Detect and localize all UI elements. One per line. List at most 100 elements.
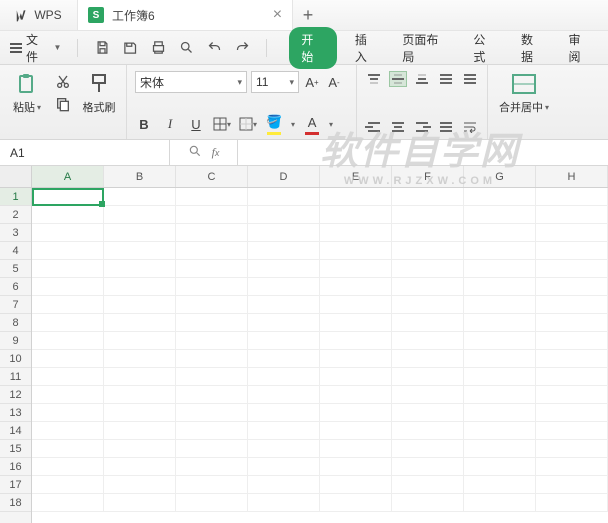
cell[interactable] — [248, 386, 320, 404]
cell[interactable] — [104, 242, 176, 260]
cell[interactable] — [464, 350, 536, 368]
cell[interactable] — [176, 188, 248, 206]
column-header[interactable]: F — [392, 166, 464, 187]
cell[interactable] — [104, 296, 176, 314]
cell[interactable] — [320, 368, 392, 386]
decrease-font-icon[interactable]: A- — [325, 73, 343, 91]
cell[interactable] — [392, 242, 464, 260]
row-header[interactable]: 1 — [0, 188, 31, 206]
bold-button[interactable]: B — [135, 115, 153, 133]
font-color-button[interactable]: A — [303, 113, 321, 135]
cell[interactable] — [536, 206, 608, 224]
cell[interactable] — [176, 260, 248, 278]
cell[interactable] — [392, 404, 464, 422]
tab-page-layout[interactable]: 页面布局 — [396, 27, 455, 69]
row-header[interactable]: 14 — [0, 422, 31, 440]
cell[interactable] — [32, 224, 104, 242]
print-preview-icon[interactable] — [178, 40, 194, 56]
cell[interactable] — [248, 458, 320, 476]
row-header[interactable]: 15 — [0, 440, 31, 458]
cell[interactable] — [32, 188, 104, 206]
row-header[interactable]: 17 — [0, 476, 31, 494]
name-box[interactable]: A1 — [0, 140, 170, 165]
column-header[interactable]: A — [32, 166, 104, 187]
file-menu[interactable]: 文件 ▼ — [10, 31, 61, 65]
cell[interactable] — [536, 260, 608, 278]
cell[interactable] — [392, 386, 464, 404]
cell[interactable] — [248, 314, 320, 332]
row-header[interactable]: 18 — [0, 494, 31, 512]
cell[interactable] — [248, 350, 320, 368]
cell[interactable] — [464, 458, 536, 476]
row-header[interactable]: 2 — [0, 206, 31, 224]
merge-center-button[interactable]: 合并居中▾ — [496, 71, 552, 115]
cut-icon[interactable] — [54, 74, 72, 90]
cell[interactable] — [464, 242, 536, 260]
column-header[interactable]: E — [320, 166, 392, 187]
copy-icon[interactable] — [54, 96, 72, 112]
cell[interactable] — [536, 332, 608, 350]
cell[interactable] — [176, 332, 248, 350]
cell[interactable] — [176, 422, 248, 440]
cell[interactable] — [104, 386, 176, 404]
cell[interactable] — [104, 440, 176, 458]
cell[interactable] — [248, 404, 320, 422]
cell[interactable] — [320, 386, 392, 404]
cell[interactable] — [104, 224, 176, 242]
cell[interactable] — [320, 296, 392, 314]
cell[interactable] — [32, 386, 104, 404]
cell[interactable] — [104, 422, 176, 440]
cell[interactable] — [248, 188, 320, 206]
cell[interactable] — [320, 350, 392, 368]
borders-button[interactable]: ▾ — [213, 115, 231, 133]
cell[interactable] — [248, 296, 320, 314]
cell[interactable] — [320, 422, 392, 440]
cell[interactable] — [392, 332, 464, 350]
cell[interactable] — [392, 314, 464, 332]
cell[interactable] — [536, 494, 608, 512]
cell[interactable] — [536, 368, 608, 386]
cell[interactable] — [392, 422, 464, 440]
cell[interactable] — [248, 494, 320, 512]
formula-input[interactable] — [238, 140, 608, 165]
tab-formula[interactable]: 公式 — [467, 27, 503, 69]
italic-button[interactable]: I — [161, 115, 179, 133]
cell[interactable] — [320, 440, 392, 458]
cell[interactable] — [104, 188, 176, 206]
cell[interactable] — [104, 494, 176, 512]
row-header[interactable]: 9 — [0, 332, 31, 350]
cell[interactable] — [464, 494, 536, 512]
cell[interactable] — [320, 458, 392, 476]
cell[interactable] — [104, 260, 176, 278]
cell[interactable] — [248, 206, 320, 224]
indent-decrease-icon[interactable] — [437, 71, 455, 87]
cell[interactable] — [392, 206, 464, 224]
row-header[interactable]: 11 — [0, 368, 31, 386]
cell[interactable] — [104, 350, 176, 368]
cell[interactable] — [104, 404, 176, 422]
cell[interactable] — [464, 386, 536, 404]
cell[interactable] — [536, 350, 608, 368]
cell[interactable] — [176, 440, 248, 458]
row-header[interactable]: 6 — [0, 278, 31, 296]
cell[interactable] — [464, 206, 536, 224]
cell[interactable] — [392, 458, 464, 476]
cell[interactable] — [464, 278, 536, 296]
tab-insert[interactable]: 插入 — [349, 27, 385, 69]
indent-increase-icon[interactable] — [461, 71, 479, 87]
cell[interactable] — [32, 332, 104, 350]
cell[interactable] — [176, 206, 248, 224]
fx-icon[interactable]: fx — [212, 145, 220, 160]
cell[interactable] — [320, 332, 392, 350]
cell[interactable] — [392, 368, 464, 386]
align-right-icon[interactable] — [413, 119, 431, 135]
tab-start[interactable]: 开始 — [289, 27, 337, 69]
cell[interactable] — [320, 314, 392, 332]
cell[interactable] — [104, 368, 176, 386]
cell[interactable] — [32, 494, 104, 512]
cell[interactable] — [536, 188, 608, 206]
cell[interactable] — [392, 260, 464, 278]
cell[interactable] — [392, 224, 464, 242]
cell[interactable] — [320, 224, 392, 242]
cell[interactable] — [104, 206, 176, 224]
